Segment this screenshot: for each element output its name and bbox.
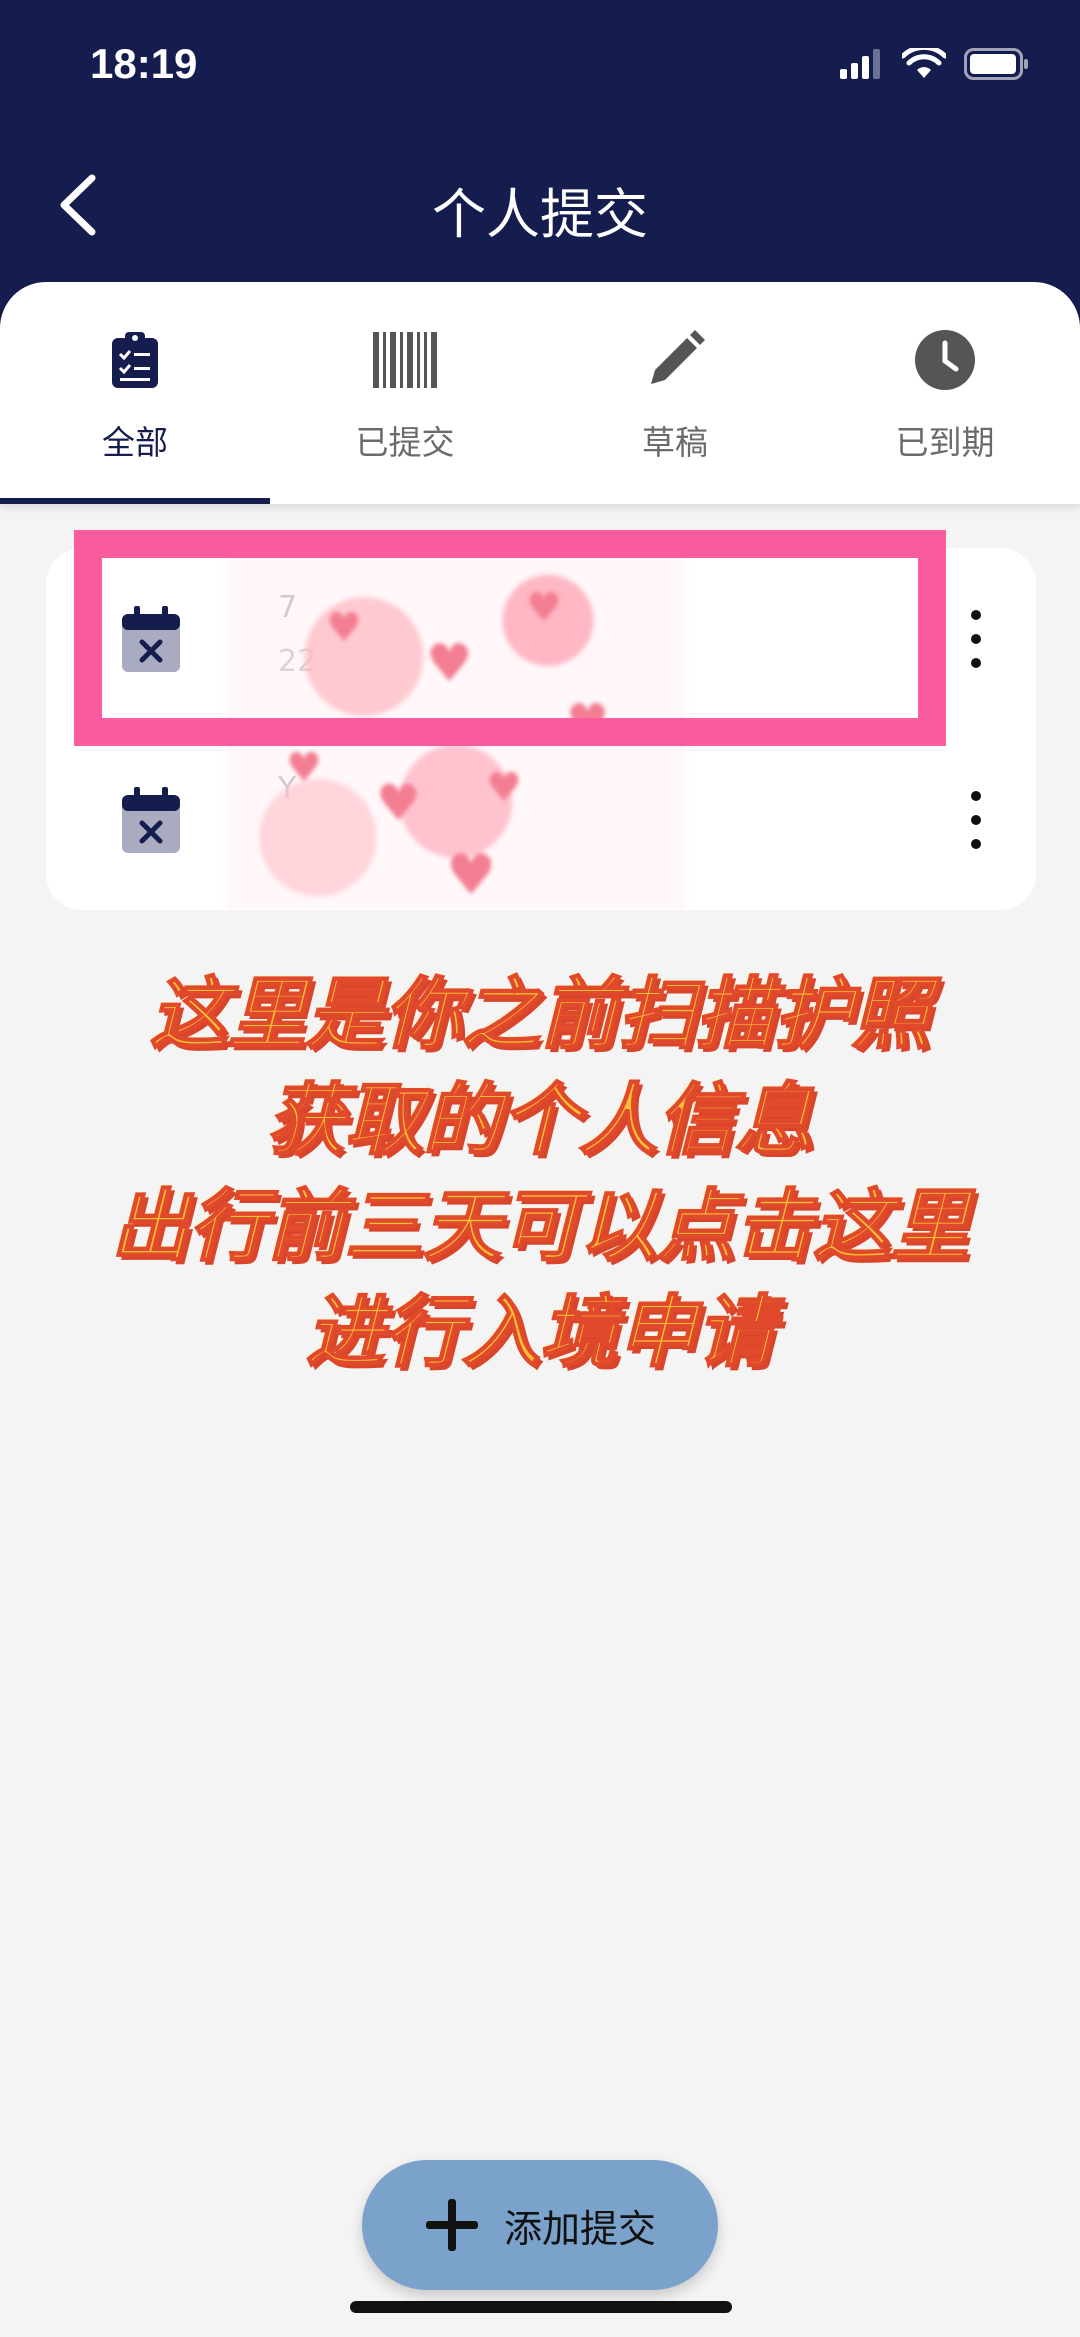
tab-all[interactable]: 全部 [0,282,270,504]
clock-icon [914,320,976,400]
signal-icon [840,49,880,79]
more-options-icon[interactable] [968,610,984,674]
heart-sticker-icon: ♥ [286,745,322,791]
heart-sticker-icon: ♥ [376,774,421,832]
calendar-x-icon [122,787,180,853]
active-tab-indicator [0,498,270,504]
tab-submitted-label: 已提交 [355,423,455,462]
more-options-icon[interactable] [968,791,984,855]
annotation-line: 进行入境申请 [305,1287,775,1379]
plus-icon [425,2199,478,2251]
heart-sticker-icon: ♥ [486,765,522,811]
tab-bar: 全部 已提交 草稿 已到期 [0,282,1080,504]
tab-submitted[interactable]: 已提交 [270,282,540,504]
highlight-box [74,530,946,746]
tab-expired-label: 已到期 [895,423,995,462]
wifi-icon [902,48,946,78]
tab-expired[interactable]: 已到期 [810,282,1080,504]
tab-all-label: 全部 [102,423,168,462]
annotation-line: 这里是你之前扫描护照 [149,969,931,1061]
barcode-icon [373,320,437,400]
tab-drafts-label: 草稿 [642,423,708,462]
add-submission-label: 添加提交 [503,2206,656,2251]
heart-sticker-icon: ♥ [446,843,497,908]
annotation-text: 这里是你之前扫描护照 获取的个人信息 出行前三天可以点击这里 进行入境申请 [0,962,1080,1386]
annotation-line: 出行前三天可以点击这里 [110,1181,970,1273]
battery-icon [964,48,1028,80]
page-title: 个人提交 [432,183,648,246]
clipboard-check-icon [110,320,160,400]
status-icons [840,48,1030,80]
tab-drafts[interactable]: 草稿 [540,282,810,504]
add-submission-button[interactable]: 添加提交 [362,2160,718,2290]
pencil-icon [643,320,707,400]
app-header: 18:19 个人提交 [0,0,1080,330]
status-time: 18:19 [90,40,198,87]
home-indicator [350,2301,732,2313]
annotation-line: 获取的个人信息 [266,1075,814,1167]
